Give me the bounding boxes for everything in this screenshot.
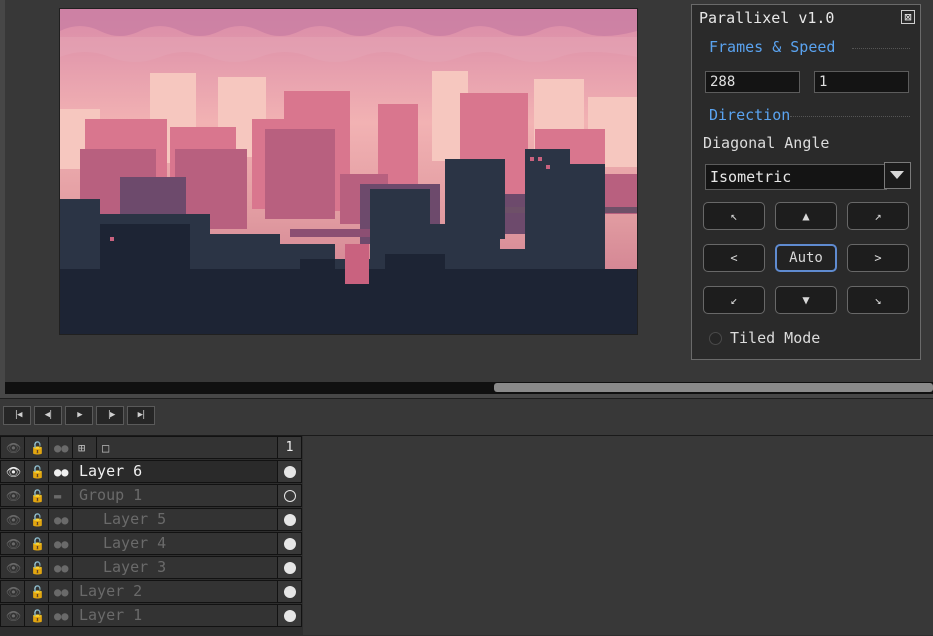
close-icon[interactable]: ⊠ [901, 10, 915, 24]
eye-icon[interactable]: 👁 [6, 562, 21, 574]
direction-down-left-button[interactable]: ↙ [703, 286, 765, 314]
cel[interactable] [277, 508, 302, 531]
lock-icon[interactable]: 🔓 [30, 466, 45, 478]
layer-row[interactable]: 👁 🔓 ●● Layer 5 [0, 508, 302, 532]
tree-icon: ⊞ [78, 441, 86, 455]
direction-up-left-button[interactable]: ↖ [703, 202, 765, 230]
direction-up-button[interactable]: ▲ [775, 202, 837, 230]
speed-input[interactable]: 1 [814, 71, 909, 93]
layer-row[interactable]: 👁 🔓 ●● Layer 3 [0, 556, 302, 580]
next-frame-button[interactable]: |▶ [96, 406, 124, 425]
square-icon: □ [102, 441, 110, 455]
last-frame-button[interactable]: ▶| [127, 406, 155, 425]
panel-title: Parallixel v1.0 [699, 9, 835, 27]
previous-frame-button[interactable]: ◀| [34, 406, 62, 425]
lock-icon[interactable]: 🔓 [30, 538, 45, 550]
lock-icon[interactable]: 🔓 [30, 610, 45, 622]
cel-dot [284, 562, 296, 574]
layer-name[interactable]: Layer 3 [72, 556, 278, 579]
layer-name[interactable]: Layer 1 [72, 604, 278, 627]
layer-row[interactable]: 👁 🔓 ▬ Group 1 [0, 484, 302, 508]
link-icon[interactable]: ●● [54, 610, 68, 622]
direction-right-button[interactable]: > [847, 244, 909, 272]
eye-icon: 👁 [6, 441, 22, 455]
lock-icon[interactable]: 🔓 [30, 562, 45, 574]
folder-icon[interactable]: ▬ [54, 490, 61, 502]
play-button[interactable]: ▶ [65, 406, 93, 425]
direction-auto-button[interactable]: Auto [775, 244, 837, 272]
divider [852, 48, 910, 49]
direction-down-button[interactable]: ▼ [775, 286, 837, 314]
layer-row[interactable]: 👁 🔓 ●● Layer 6 [0, 460, 302, 484]
visibility-header[interactable]: 👁 [0, 436, 25, 459]
layer-name[interactable]: Layer 2 [72, 580, 278, 603]
layer-name[interactable]: Layer 4 [72, 532, 278, 555]
frames-input[interactable]: 288 [705, 71, 800, 93]
eye-icon[interactable]: 👁 [6, 466, 21, 478]
frame-number[interactable]: 1 [277, 436, 302, 459]
timeline-cels-area[interactable] [303, 436, 933, 635]
eye-icon[interactable]: 👁 [6, 538, 21, 550]
timeline-header: 👁 🔓 ●● ⊞ □ 1 [0, 436, 302, 460]
lock-icon[interactable]: 🔓 [30, 586, 45, 598]
link-icon[interactable]: ●● [54, 466, 68, 478]
cel-dot [284, 514, 296, 526]
link-icon[interactable]: ●● [54, 562, 68, 574]
layer-tree-toggle[interactable]: ⊞ [72, 436, 97, 459]
eye-icon[interactable]: 👁 [6, 490, 21, 502]
cel-dot [284, 586, 296, 598]
link-icon[interactable]: ●● [54, 538, 68, 550]
cel-dot [284, 490, 296, 502]
lock-icon[interactable]: 🔓 [30, 514, 45, 526]
tiled-mode-label: Tiled Mode [730, 329, 821, 347]
link-icon[interactable]: ●● [54, 586, 68, 598]
angle-select[interactable]: Isometric [705, 164, 887, 190]
link-icon[interactable]: ●● [54, 514, 68, 526]
cel[interactable] [277, 484, 302, 507]
eye-icon[interactable]: 👁 [6, 610, 21, 622]
cel[interactable] [277, 556, 302, 579]
cel[interactable] [277, 460, 302, 483]
lock-icon: 🔓 [30, 441, 45, 455]
lock-icon[interactable]: 🔓 [30, 490, 45, 502]
cel[interactable] [277, 580, 302, 603]
frames-speed-heading: Frames & Speed [709, 38, 836, 56]
eye-icon[interactable]: 👁 [6, 586, 21, 598]
first-frame-button[interactable]: |◀ [3, 406, 31, 425]
divider [790, 116, 910, 117]
link-header[interactable]: ●● [48, 436, 73, 459]
horizontal-scrollbar-thumb[interactable] [494, 383, 933, 392]
layer-options[interactable]: □ [96, 436, 278, 459]
cel[interactable] [277, 604, 302, 627]
cel-dot [284, 466, 296, 478]
cel-dot [284, 610, 296, 622]
direction-heading: Direction [709, 106, 791, 124]
link-icon: ●● [54, 441, 69, 455]
sprite-canvas-image[interactable] [59, 8, 638, 335]
layer-row[interactable]: 👁 🔓 ●● Layer 4 [0, 532, 302, 556]
eye-icon[interactable]: 👁 [6, 514, 21, 526]
cel[interactable] [277, 532, 302, 555]
layer-name[interactable]: Layer 6 [72, 460, 278, 483]
parallixel-panel: Parallixel v1.0 ⊠ Frames & Speed 288 1 D… [691, 4, 921, 360]
direction-up-right-button[interactable]: ↗ [847, 202, 909, 230]
chevron-down-icon[interactable] [884, 162, 911, 189]
layer-name[interactable]: Group 1 [72, 484, 278, 507]
diagonal-angle-label: Diagonal Angle [703, 134, 830, 152]
tiled-mode-checkbox[interactable] [709, 332, 722, 345]
direction-left-button[interactable]: < [703, 244, 765, 272]
layer-row[interactable]: 👁 🔓 ●● Layer 1 [0, 604, 302, 628]
lock-header[interactable]: 🔓 [24, 436, 49, 459]
direction-down-right-button[interactable]: ↘ [847, 286, 909, 314]
layer-name[interactable]: Layer 5 [72, 508, 278, 531]
layer-row[interactable]: 👁 🔓 ●● Layer 2 [0, 580, 302, 604]
timeline-controls: |◀ ◀| ▶ |▶ ▶| [0, 398, 933, 436]
cel-dot [284, 538, 296, 550]
